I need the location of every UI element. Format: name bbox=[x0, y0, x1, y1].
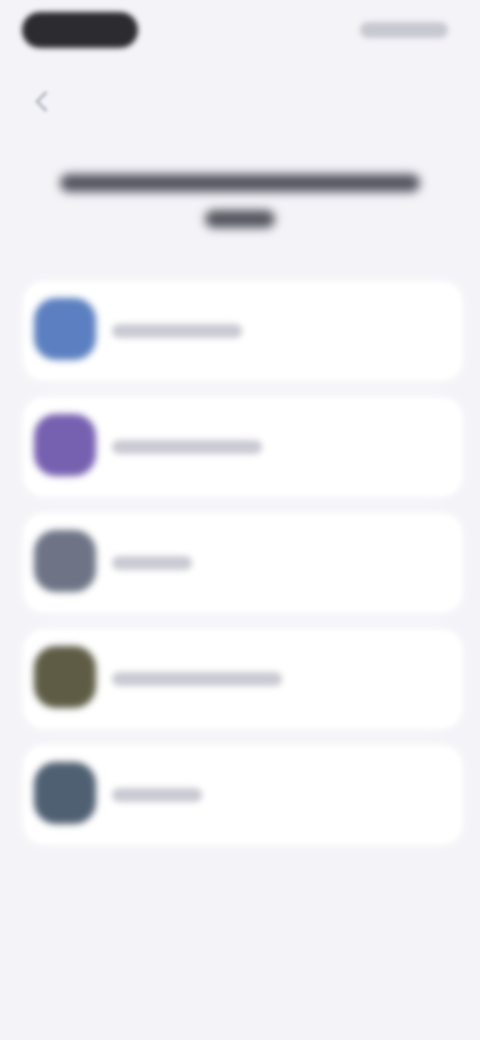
back-button[interactable] bbox=[30, 86, 60, 116]
option-card[interactable] bbox=[24, 630, 462, 728]
status-time-pill bbox=[22, 12, 138, 48]
option-list bbox=[24, 282, 462, 862]
status-bar bbox=[0, 0, 480, 60]
option-label bbox=[112, 788, 202, 802]
page-title bbox=[40, 168, 440, 228]
option-card[interactable] bbox=[24, 282, 462, 380]
option-label bbox=[112, 324, 242, 338]
olive-square-icon bbox=[34, 646, 96, 708]
option-label bbox=[112, 672, 282, 686]
option-label bbox=[112, 440, 262, 454]
blue-square-icon bbox=[34, 298, 96, 360]
purple-square-icon bbox=[34, 414, 96, 476]
option-label bbox=[112, 556, 192, 570]
option-card[interactable] bbox=[24, 746, 462, 844]
option-card[interactable] bbox=[24, 398, 462, 496]
status-icons bbox=[360, 22, 448, 38]
screen bbox=[0, 0, 480, 1040]
gray-square-icon bbox=[34, 530, 96, 592]
slate-square-icon bbox=[34, 762, 96, 824]
chevron-left-icon bbox=[34, 90, 56, 112]
option-card[interactable] bbox=[24, 514, 462, 612]
